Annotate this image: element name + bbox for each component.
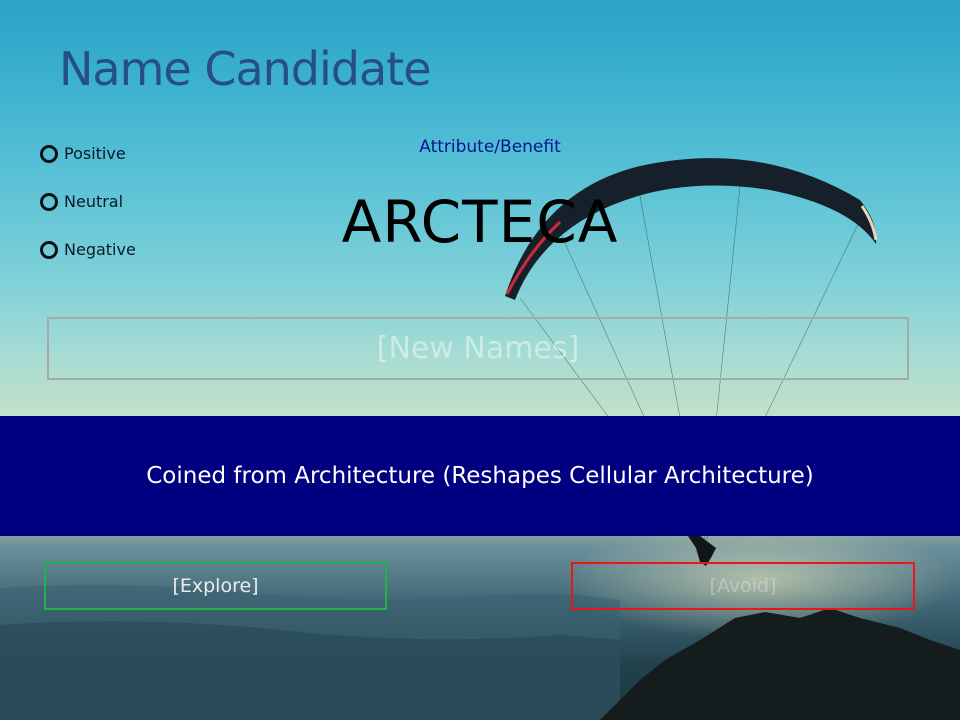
rating-neutral[interactable]: Neutral	[40, 192, 123, 211]
candidate-name: ARCTECA	[341, 188, 619, 256]
new-names-field[interactable]: [New Names]	[47, 317, 909, 380]
rating-negative[interactable]: Negative	[40, 240, 136, 259]
avoid-button[interactable]: [Avoid]	[571, 562, 915, 610]
rating-label: Neutral	[64, 192, 124, 211]
rating-positive[interactable]: Positive	[40, 144, 126, 163]
rating-label: Negative	[64, 240, 136, 259]
attribute-benefit-label: Attribute/Benefit	[419, 137, 561, 157]
avoid-label: [Avoid]	[709, 575, 777, 597]
page-title: Name Candidate	[59, 42, 431, 96]
new-names-placeholder: [New Names]	[376, 331, 580, 366]
description-banner: Coined from Architecture (Reshapes Cellu…	[0, 416, 960, 536]
radio-circle-icon[interactable]	[40, 192, 58, 211]
banner-text: Coined from Architecture (Reshapes Cellu…	[146, 463, 814, 489]
explore-button[interactable]: [Explore]	[44, 562, 387, 610]
radio-circle-icon[interactable]	[40, 240, 58, 259]
explore-label: [Explore]	[172, 575, 259, 597]
rating-label: Positive	[64, 144, 126, 163]
radio-circle-icon[interactable]	[40, 144, 58, 163]
